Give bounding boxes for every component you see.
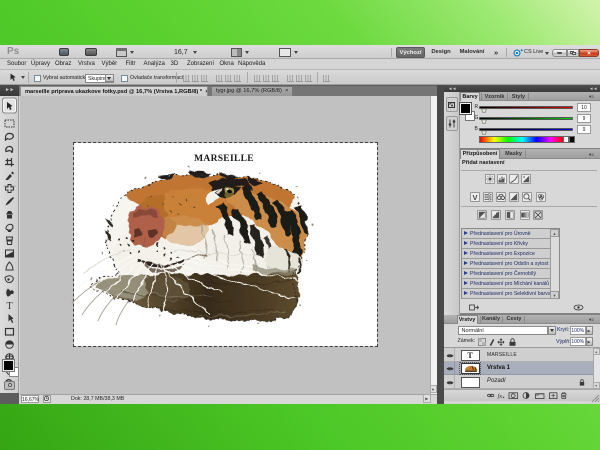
svg-text:fx: fx <box>498 393 503 399</box>
svg-text:V: V <box>472 193 477 201</box>
svg-text:T: T <box>6 301 12 312</box>
